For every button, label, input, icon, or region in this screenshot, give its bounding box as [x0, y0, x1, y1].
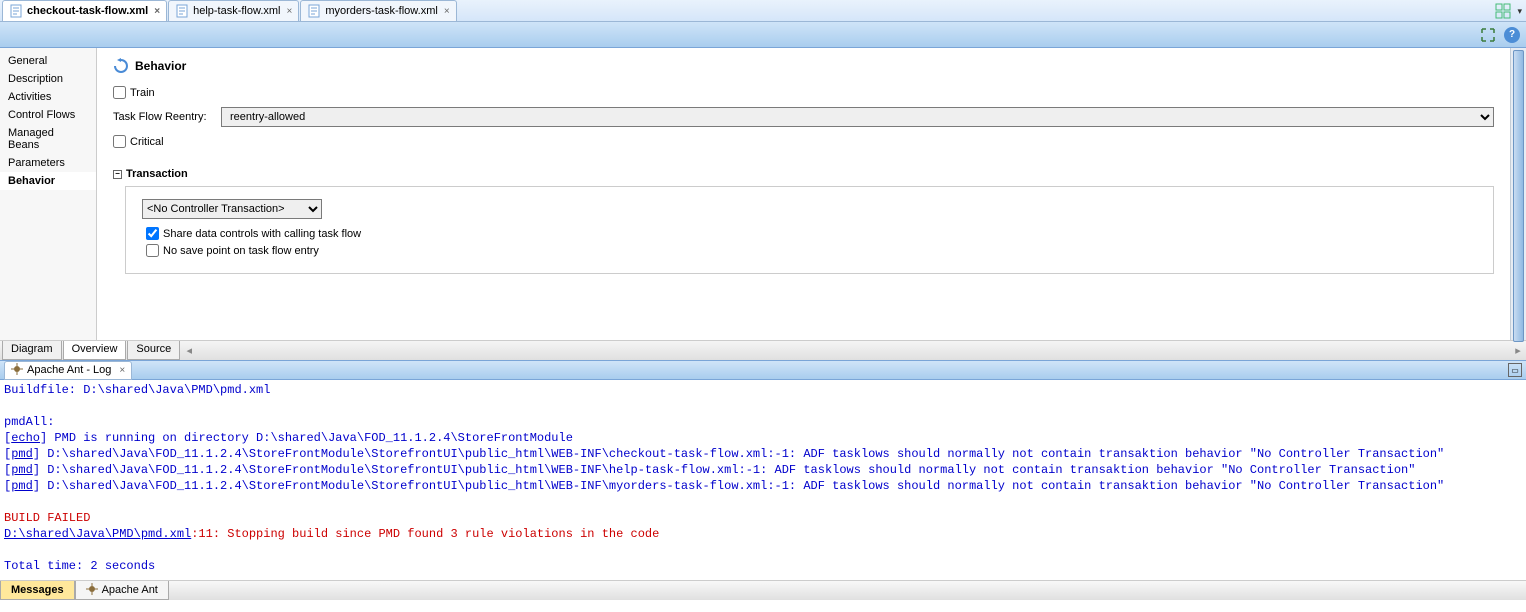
collapse-icon[interactable]: − [113, 170, 122, 179]
log-line: Buildfile: D:\shared\Java\PMD\pmd.xml [4, 382, 1522, 398]
transaction-fieldset: <No Controller Transaction> Share data c… [125, 186, 1494, 274]
log-line: [pmd] D:\shared\Java\FOD_11.1.2.4\StoreF… [4, 462, 1522, 478]
behavior-form: Behavior Train Task Flow Reentry: reentr… [97, 48, 1510, 340]
bottom-tab[interactable]: Source [127, 341, 180, 360]
log-link[interactable]: pmd [11, 479, 33, 493]
file-icon [175, 4, 189, 18]
log-link[interactable]: D:\shared\Java\PMD\pmd.xml [4, 527, 191, 541]
scroll-left-icon[interactable]: ◂ [181, 341, 197, 360]
log-output[interactable]: Buildfile: D:\shared\Java\PMD\pmd.xml pm… [0, 380, 1526, 580]
editor-tab[interactable]: checkout-task-flow.xml × [2, 0, 167, 21]
train-checkbox[interactable] [113, 86, 126, 99]
bottom-tab[interactable]: Overview [63, 341, 127, 360]
no-save-label: No save point on task flow entry [163, 245, 319, 257]
close-icon[interactable]: × [119, 365, 125, 376]
layout-icon[interactable] [1495, 3, 1511, 19]
sidenav-item[interactable]: Control Flows [0, 106, 96, 124]
vertical-scrollbar[interactable] [1510, 48, 1526, 340]
bottom-tab[interactable]: Diagram [2, 341, 62, 360]
no-save-checkbox[interactable] [146, 244, 159, 257]
sidenav-item[interactable]: General [0, 52, 96, 70]
close-icon[interactable]: × [154, 6, 160, 17]
tab-apache-ant[interactable]: Apache Ant [75, 581, 169, 600]
sidenav-item[interactable]: Description [0, 70, 96, 88]
section-title: Behavior [135, 59, 186, 73]
transaction-heading: Transaction [126, 168, 188, 180]
close-icon[interactable]: × [444, 6, 450, 17]
dropdown-icon[interactable]: ▾ [1517, 6, 1522, 17]
log-line: D:\shared\Java\PMD\pmd.xml:11: Stopping … [4, 526, 1522, 542]
share-data-label: Share data controls with calling task fl… [163, 228, 361, 240]
tab-label: checkout-task-flow.xml [27, 5, 148, 17]
tab-label: myorders-task-flow.xml [325, 5, 437, 17]
log-line: BUILD FAILED [4, 510, 1522, 526]
log-link[interactable]: pmd [11, 447, 33, 461]
file-icon [307, 4, 321, 18]
sidenav-item[interactable]: Activities [0, 88, 96, 106]
side-nav: GeneralDescriptionActivitiesControl Flow… [0, 48, 97, 340]
tab-label: help-task-flow.xml [193, 5, 280, 17]
share-data-checkbox[interactable] [146, 227, 159, 240]
ant-icon [86, 583, 98, 598]
expand-icon[interactable] [1480, 27, 1496, 43]
tab-apache-ant-label: Apache Ant [102, 584, 158, 596]
train-label: Train [130, 87, 155, 99]
log-line: [echo] PMD is running on directory D:\sh… [4, 430, 1522, 446]
log-line: [pmd] D:\shared\Java\FOD_11.1.2.4\StoreF… [4, 446, 1522, 462]
sidenav-item[interactable]: Parameters [0, 154, 96, 172]
editor-toolbar: ? [0, 22, 1526, 48]
log-titlebar: Apache Ant - Log × ▭ [0, 360, 1526, 380]
status-tab-bar: Messages Apache Ant [0, 580, 1526, 600]
log-line [4, 398, 1522, 414]
log-line [4, 542, 1522, 558]
refresh-icon [113, 58, 129, 74]
help-icon[interactable]: ? [1504, 27, 1520, 43]
tab-messages[interactable]: Messages [0, 581, 75, 600]
log-tab-label: Apache Ant - Log [27, 364, 111, 376]
file-icon [9, 4, 23, 18]
log-line [4, 494, 1522, 510]
log-tab[interactable]: Apache Ant - Log × [4, 361, 132, 380]
close-icon[interactable]: × [287, 6, 293, 17]
controller-transaction-select[interactable]: <No Controller Transaction> [142, 199, 322, 219]
log-line: [pmd] D:\shared\Java\FOD_11.1.2.4\StoreF… [4, 478, 1522, 494]
critical-checkbox[interactable] [113, 135, 126, 148]
sidenav-item[interactable]: Behavior [0, 172, 96, 190]
scroll-right-icon[interactable]: ▸ [1510, 341, 1526, 360]
editor-tab[interactable]: help-task-flow.xml × [168, 0, 299, 21]
ant-icon [11, 363, 23, 378]
sidenav-item[interactable]: Managed Beans [0, 124, 96, 154]
log-link[interactable]: pmd [11, 463, 33, 477]
log-link[interactable]: echo [11, 431, 40, 445]
reentry-label: Task Flow Reentry: [113, 111, 213, 123]
log-line: pmdAll: [4, 414, 1522, 430]
reentry-select[interactable]: reentry-allowed [221, 107, 1494, 127]
minimize-icon[interactable]: ▭ [1508, 363, 1522, 377]
editor-tab-bar: checkout-task-flow.xml×help-task-flow.xm… [0, 0, 1526, 22]
editor-subtabs: DiagramOverviewSource ◂ ▸ [0, 340, 1526, 360]
editor-tab[interactable]: myorders-task-flow.xml × [300, 0, 456, 21]
critical-label: Critical [130, 136, 164, 148]
log-line: Total time: 2 seconds [4, 558, 1522, 574]
tab-messages-label: Messages [11, 584, 64, 596]
